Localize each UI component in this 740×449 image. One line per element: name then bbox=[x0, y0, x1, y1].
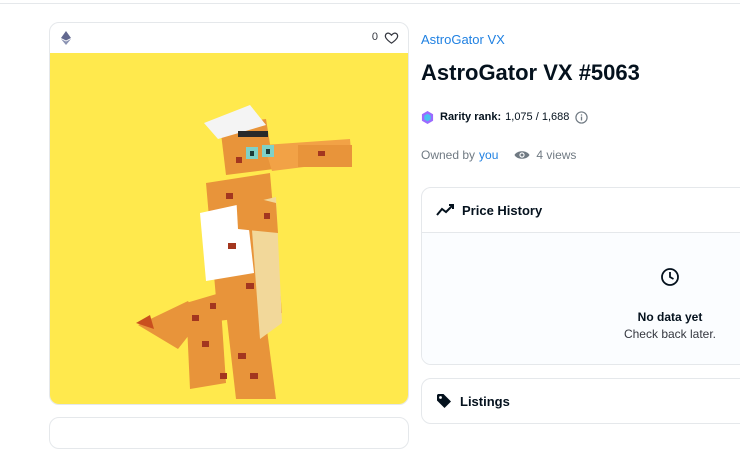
top-divider bbox=[0, 0, 740, 4]
favorite-count: 0 bbox=[371, 31, 378, 43]
info-icon[interactable] bbox=[575, 110, 589, 124]
price-history-empty-state: No data yet Check back later. bbox=[422, 233, 740, 364]
item-title: AstroGator VX #5063 bbox=[421, 60, 640, 85]
rarity-row: Rarity rank: 1,075 / 1,688 bbox=[421, 109, 589, 125]
price-history-panel: Price History No data yet Check back lat… bbox=[421, 187, 740, 365]
price-history-header[interactable]: Price History bbox=[422, 188, 740, 233]
listings-panel[interactable]: Listings bbox=[421, 378, 740, 424]
listings-title: Listings bbox=[460, 393, 510, 409]
empty-state-subtitle: Check back later. bbox=[623, 327, 717, 341]
astrogator-artwork bbox=[136, 105, 352, 399]
rarity-label: Rarity rank: bbox=[440, 111, 502, 123]
nft-image[interactable] bbox=[50, 53, 408, 404]
empty-state-title: No data yet bbox=[637, 310, 703, 324]
collection-link[interactable]: AstroGator VX bbox=[421, 32, 505, 47]
tag-icon bbox=[437, 394, 451, 408]
views-count: 4 views bbox=[536, 148, 577, 162]
media-card: 0 bbox=[49, 22, 409, 405]
price-history-title: Price History bbox=[462, 202, 543, 218]
chart-line-icon bbox=[436, 204, 454, 216]
rarity-value: 1,075 / 1,688 bbox=[505, 111, 570, 123]
ethereum-icon bbox=[61, 31, 71, 45]
clock-icon bbox=[661, 268, 679, 286]
eye-icon bbox=[514, 151, 530, 159]
description-card bbox=[49, 417, 409, 449]
owned-by-label: Owned by bbox=[421, 148, 476, 162]
heart-icon[interactable] bbox=[384, 30, 399, 45]
rarity-icon bbox=[421, 110, 434, 124]
owner-link[interactable]: you bbox=[479, 148, 498, 162]
ownership-row: Owned by you 4 views bbox=[421, 147, 576, 163]
media-header: 0 bbox=[50, 23, 408, 53]
